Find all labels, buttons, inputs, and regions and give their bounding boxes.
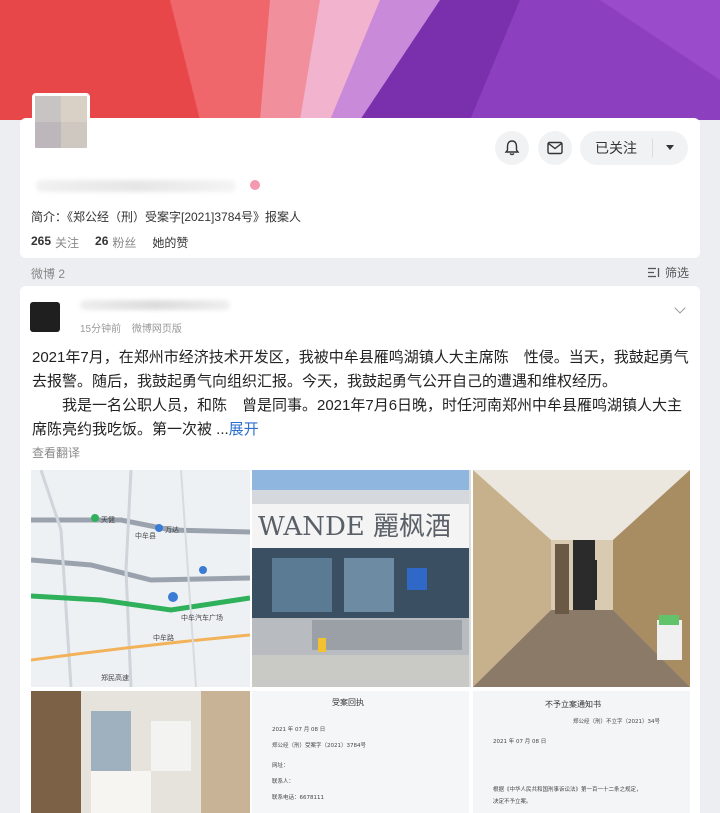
- post-image-room[interactable]: [31, 691, 250, 813]
- filter-label: 筛选: [664, 266, 689, 280]
- translate-link[interactable]: 查看翻译: [32, 444, 80, 461]
- post-author-avatar[interactable]: [30, 302, 60, 332]
- following-label[interactable]: 关注: [55, 234, 79, 251]
- post-image-doc-receipt[interactable]: 受案回执 2021 年 07 月 08 日 郑公经（刑）受案字（2021）378…: [252, 691, 469, 813]
- bell-icon: [504, 140, 520, 156]
- post-meta: 15分钟前 微博网页版: [80, 320, 190, 335]
- doc-notice-image: 不予立案通知书 郑公经（刑）不立字（2021）34号 2021 年 07 月 0…: [473, 691, 690, 813]
- profile-cover-banner: [0, 0, 720, 120]
- profile-bio: 简介：《郑公经（刑）受案字[2021]3784号》报案人: [31, 210, 302, 224]
- doc2-line-2: 2021 年 07 月 08 日: [493, 737, 546, 745]
- map-label-3: 万达: [165, 525, 179, 534]
- bell-button[interactable]: [495, 131, 529, 165]
- post-image-map[interactable]: 天健 中牟县 万达 中牟汽车广场 中牟路 郑民高速: [31, 470, 250, 687]
- post-author-name-redacted: [80, 300, 230, 310]
- message-button[interactable]: [538, 131, 572, 165]
- post-time[interactable]: 15分钟前: [80, 324, 121, 335]
- post-content: 2021年7月，在郑州市经济技术开发区，我被中牟县雁鸣湖镇人大主席陈 性侵。当天…: [32, 346, 692, 442]
- badge-icon: [250, 180, 260, 190]
- doc1-line-2: 郑公经（刑）受案字（2021）3784号: [272, 741, 366, 749]
- post-paragraph-2: 我是一名公职人员，和陈 曾是同事。2021年7月6日晚，时任河南郑州中牟县雁鸣湖…: [32, 394, 692, 442]
- cover-art: [0, 0, 720, 120]
- post-image-hotel[interactable]: WANDE 麗枫酒: [252, 470, 471, 687]
- weibo-count: 微博 2: [31, 267, 66, 281]
- map-label-4: 中牟汽车广场: [181, 613, 223, 622]
- filter-icon: [647, 267, 660, 278]
- post-paragraph-2-text: 我是一名公职人员，和陈 曾是同事。2021年7月6日晚，时任河南郑州中牟县雁鸣湖…: [32, 397, 683, 438]
- doc1-line-3: 网址：: [272, 761, 289, 769]
- likes-link[interactable]: 她的赞: [152, 234, 188, 251]
- hotel-image: WANDE 麗枫酒: [252, 470, 469, 687]
- doc1-line-4: 联系人：: [272, 777, 294, 785]
- filter-button[interactable]: 筛选: [647, 264, 689, 281]
- post-image-doc-notice[interactable]: 不予立案通知书 郑公经（刑）不立字（2021）34号 2021 年 07 月 0…: [473, 691, 690, 813]
- followers-label[interactable]: 粉丝: [112, 234, 136, 251]
- doc2-line-1: 郑公经（刑）不立字（2021）34号: [573, 717, 660, 725]
- message-icon: [547, 141, 563, 155]
- follow-divider: [652, 139, 653, 157]
- map-image: 天健 中牟县 万达 中牟汽车广场 中牟路 郑民高速: [31, 470, 250, 687]
- follow-label: 已关注: [595, 140, 637, 156]
- followers-count[interactable]: 26: [95, 234, 108, 251]
- doc2-title: 不予立案通知书: [545, 699, 601, 709]
- hotel-sign: WANDE 麗枫酒: [258, 512, 451, 542]
- corridor-image: [473, 470, 690, 687]
- profile-stats: 265 关注 26 粉丝 她的赞: [31, 234, 188, 251]
- user-avatar[interactable]: [32, 93, 90, 151]
- feed-header: 微博 2 筛选: [20, 260, 700, 284]
- expand-link[interactable]: 展开: [229, 421, 259, 438]
- doc1-line-5: 联系电话：6678111: [272, 793, 324, 801]
- doc1-title: 受案回执: [332, 697, 364, 707]
- post-source: 微博网页版: [131, 324, 182, 335]
- map-label-5: 中牟路: [153, 633, 174, 642]
- room-image: [31, 691, 250, 813]
- doc2-line-4: 决定不予立案。: [493, 797, 532, 805]
- map-label-1: 天健: [101, 515, 115, 524]
- chevron-down-icon[interactable]: [674, 302, 686, 314]
- post-paragraph-1: 2021年7月，在郑州市经济技术开发区，我被中牟县雁鸣湖镇人大主席陈 性侵。当天…: [32, 349, 689, 390]
- chevron-down-icon[interactable]: [666, 145, 674, 150]
- post-image-corridor[interactable]: [473, 470, 690, 687]
- doc1-line-1: 2021 年 07 月 08 日: [272, 725, 325, 733]
- user-name-redacted: [36, 180, 236, 192]
- map-label-6: 郑民高速: [101, 673, 129, 682]
- doc-receipt-image: 受案回执 2021 年 07 月 08 日 郑公经（刑）受案字（2021）378…: [252, 691, 469, 813]
- follow-button[interactable]: 已关注: [580, 131, 688, 165]
- following-count[interactable]: 265: [31, 234, 51, 251]
- doc2-line-3: 根据《中华人民共和国刑事诉讼法》第一百一十二条之规定，: [493, 785, 642, 793]
- map-label-2: 中牟县: [135, 531, 156, 540]
